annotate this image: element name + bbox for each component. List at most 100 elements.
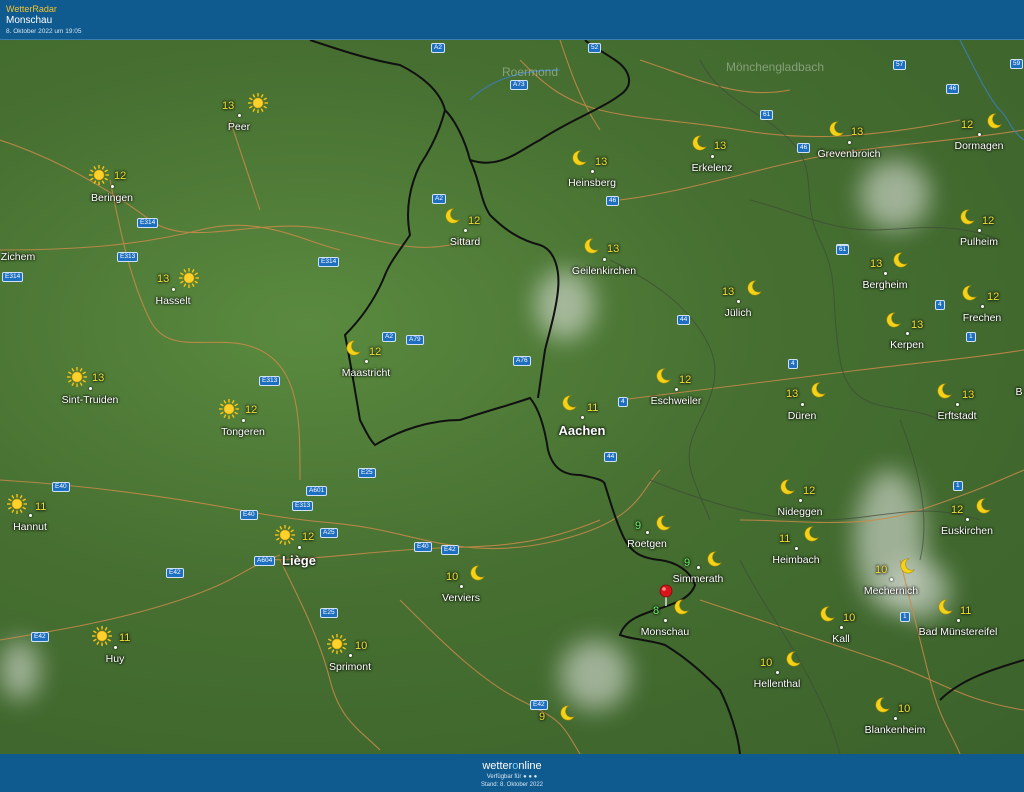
app-title: WetterRadar: [6, 4, 57, 14]
road-sign-46: 46: [606, 196, 620, 206]
sun-icon: [6, 493, 28, 515]
city-marker: [242, 419, 245, 422]
road-sign-4: 4: [788, 359, 798, 369]
road-sign-a2: A2: [431, 43, 445, 53]
footer-brand[interactable]: wetteronline: [0, 760, 1024, 772]
city-marker: [795, 547, 798, 550]
temperature-value: 10: [898, 703, 911, 715]
city-marker: [365, 360, 368, 363]
city-label-nideggen[interactable]: Nideggen: [778, 506, 823, 518]
moon-icon: [344, 339, 362, 357]
city-label-hannut[interactable]: Hannut: [13, 521, 47, 533]
city-label-heinsberg[interactable]: Heinsberg: [568, 177, 616, 189]
city-label-b[interactable]: B: [1015, 386, 1022, 398]
city-label-heimbach[interactable]: Heimbach: [772, 554, 819, 566]
city-label-sprimont[interactable]: Sprimont: [329, 661, 371, 673]
city-label-sint-truiden[interactable]: Sint-Truiden: [62, 394, 119, 406]
availability-text: Verfügbar für ● ● ●: [0, 774, 1024, 780]
city-label-dormagen[interactable]: Dormagen: [954, 140, 1003, 152]
moon-icon: [827, 120, 845, 138]
city-label-d-ren[interactable]: Düren: [788, 410, 817, 422]
moon-icon: [960, 284, 978, 302]
temperature-value: 9: [539, 711, 546, 723]
temperature-value: 13: [222, 100, 235, 112]
temperature-value: 11: [35, 501, 47, 513]
city-label-bergheim[interactable]: Bergheim: [863, 279, 908, 291]
city-label-huy[interactable]: Huy: [106, 653, 125, 665]
city-label-j-lich[interactable]: Jülich: [725, 307, 752, 319]
road-sign-a604: A604: [254, 556, 276, 566]
city-label-mechernich[interactable]: Mechernich: [864, 585, 918, 597]
location-pin-icon[interactable]: [659, 584, 673, 606]
city-marker: [956, 403, 959, 406]
city-marker: [29, 514, 32, 517]
road-sign-e40: E40: [52, 482, 70, 492]
city-label-kall[interactable]: Kall: [832, 633, 850, 645]
city-label-frechen[interactable]: Frechen: [963, 312, 1002, 324]
road-sign-61: 61: [836, 245, 850, 255]
city-label-simmerath[interactable]: Simmerath: [673, 573, 724, 585]
city-label-erkelenz[interactable]: Erkelenz: [692, 162, 733, 174]
city-label-erftstadt[interactable]: Erftstadt: [937, 410, 976, 422]
city-label-eschweiler[interactable]: Eschweiler: [651, 395, 702, 407]
temperature-value: 8: [653, 605, 660, 617]
city-label-m-nchengladbach[interactable]: Mönchengladbach: [726, 60, 824, 74]
city-label-pulheim[interactable]: Pulheim: [960, 236, 998, 248]
city-marker: [603, 258, 606, 261]
road-sign-61: 61: [760, 110, 774, 120]
moon-icon: [818, 605, 836, 623]
moon-icon: [958, 208, 976, 226]
city-label-maastricht[interactable]: Maastricht: [342, 367, 390, 379]
city-label-geilenkirchen[interactable]: Geilenkirchen: [572, 265, 636, 277]
city-label-tongeren[interactable]: Tongeren: [221, 426, 265, 438]
road-sign-57: 57: [893, 60, 907, 70]
moon-icon: [654, 514, 672, 532]
temperature-value: 12: [245, 404, 258, 416]
weather-map[interactable]: Roermond Mönchengladbach Peer 13 Beringen 12 Z…: [0, 40, 1024, 754]
city-label-li-ge[interactable]: Liège: [282, 553, 316, 568]
road-sign-e42: E42: [530, 700, 548, 710]
city-label-grevenbroich[interactable]: Grevenbroich: [817, 148, 880, 160]
city-marker: [591, 170, 594, 173]
city-label-hellenthal[interactable]: Hellenthal: [754, 678, 801, 690]
temperature-value: 12: [679, 374, 692, 386]
moon-icon: [443, 207, 461, 225]
city-label-blankenheim[interactable]: Blankenheim: [865, 724, 926, 736]
city-marker: [111, 185, 114, 188]
city-label-bad-m-nstereifel[interactable]: Bad Münstereifel: [919, 626, 998, 638]
city-marker: [460, 585, 463, 588]
city-label-aachen[interactable]: Aachen: [559, 423, 606, 438]
city-label-euskirchen[interactable]: Euskirchen: [941, 525, 993, 537]
moon-icon: [898, 557, 916, 575]
city-marker: [840, 626, 843, 629]
road-sign-a601: A601: [306, 486, 328, 496]
city-marker: [981, 305, 984, 308]
sun-icon: [66, 366, 88, 388]
apple-icon: ●: [523, 774, 527, 780]
road-sign-4: 4: [935, 300, 945, 310]
road-sign-e42: E42: [166, 568, 184, 578]
city-label-peer[interactable]: Peer: [228, 121, 250, 133]
brand-part-2: nline: [518, 760, 542, 772]
road-sign-a79: A79: [406, 335, 424, 345]
temperature-value: 10: [760, 657, 773, 669]
city-label-kerpen[interactable]: Kerpen: [890, 339, 924, 351]
temperature-value: 13: [851, 126, 864, 138]
city-label-beringen[interactable]: Beringen: [91, 192, 133, 204]
city-marker: [890, 578, 893, 581]
city-label-sittard[interactable]: Sittard: [450, 236, 480, 248]
city-label-verviers[interactable]: Verviers: [442, 592, 480, 604]
moon-icon: [873, 696, 891, 714]
moon-icon: [778, 478, 796, 496]
city-label-zichem[interactable]: Zichem: [1, 251, 35, 263]
city-label-roermond[interactable]: Roermond: [502, 65, 558, 79]
temperature-value: 10: [446, 571, 459, 583]
road-sign-44: 44: [604, 452, 618, 462]
city-label-hasselt[interactable]: Hasselt: [155, 295, 190, 307]
city-label-monschau[interactable]: Monschau: [641, 626, 689, 638]
city-marker: [894, 717, 897, 720]
temperature-value: 13: [962, 389, 975, 401]
city-marker: [464, 229, 467, 232]
road-sign-1: 1: [966, 332, 976, 342]
city-label-roetgen[interactable]: Roetgen: [627, 538, 667, 550]
